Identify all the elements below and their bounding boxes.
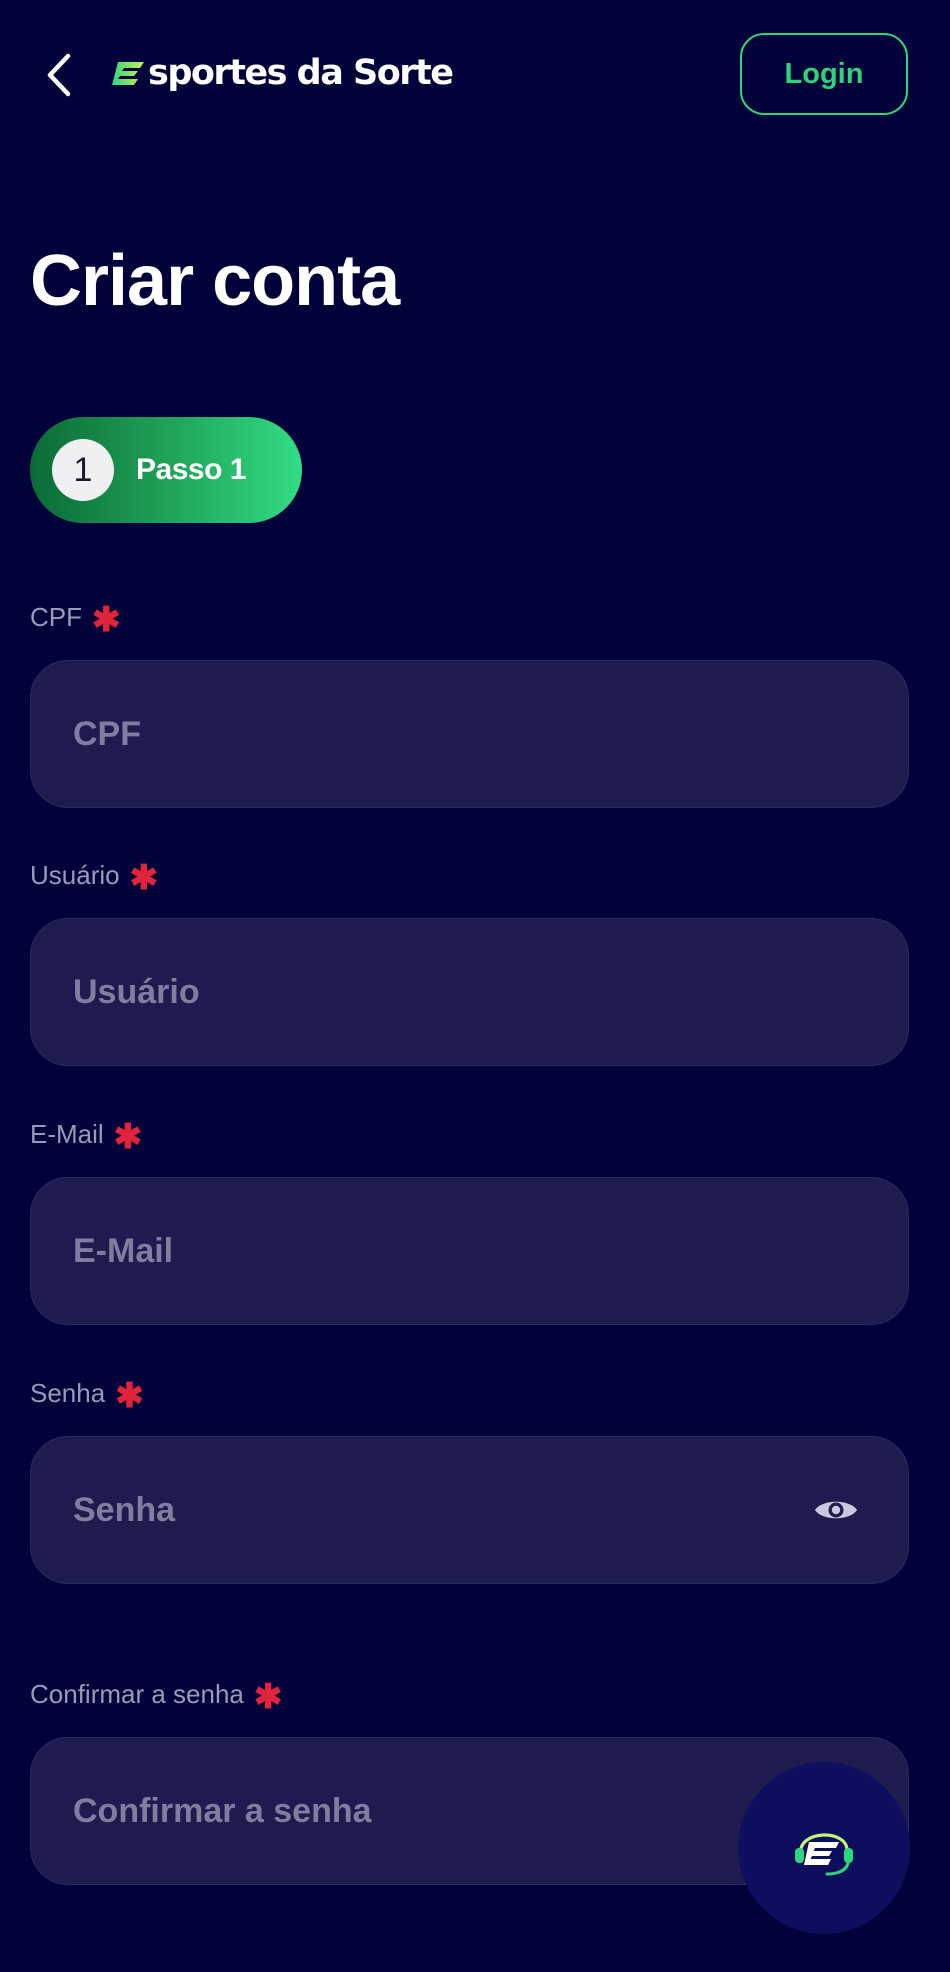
password-label: Senha ✱ [30,1376,144,1415]
required-asterisk-icon: ✱ [113,1118,143,1156]
password-input[interactable] [31,1437,812,1583]
logo-e-icon [112,62,144,85]
required-asterisk-icon: ✱ [253,1678,283,1716]
logo-wordmark: sportes da Sorte [148,53,454,93]
required-asterisk-icon: ✱ [129,859,159,897]
top-header: sportes da Sorte Login [0,0,950,150]
username-input[interactable] [31,919,908,1065]
chevron-left-icon [47,53,71,97]
required-asterisk-icon: ✱ [92,601,121,639]
login-button[interactable]: Login [740,33,908,115]
support-chat-button[interactable] [738,1762,910,1934]
cpf-input[interactable] [31,661,908,807]
username-field [30,918,909,1066]
password-field [30,1436,909,1584]
step-indicator: 1 Passo 1 [30,417,302,523]
eye-icon [815,1501,857,1519]
email-label-text: E-Mail [30,1118,104,1149]
confirm-password-label-text: Confirmar a senha [30,1678,244,1709]
support-headset-icon [795,1833,853,1876]
show-password-button[interactable] [812,1486,860,1534]
brand-logo: sportes da Sorte [112,48,454,98]
back-button[interactable] [40,48,76,102]
signup-page: sportes da Sorte Login Criar conta 1 Pas… [0,0,950,1972]
page-title: Criar conta [30,241,400,321]
required-asterisk-icon: ✱ [115,1377,144,1415]
password-label-text: Senha [30,1377,106,1408]
username-label-text: Usuário [30,859,120,890]
cpf-label: CPF ✱ [30,600,121,639]
step-label: Passo 1 [136,453,246,486]
email-field [30,1177,909,1325]
cpf-label-text: CPF [30,601,82,632]
email-label: E-Mail ✱ [30,1117,143,1156]
confirm-password-label: Confirmar a senha ✱ [30,1677,283,1716]
cpf-field [30,660,909,808]
username-label: Usuário ✱ [30,858,159,897]
email-input[interactable] [31,1178,908,1324]
step-number: 1 [52,439,114,501]
